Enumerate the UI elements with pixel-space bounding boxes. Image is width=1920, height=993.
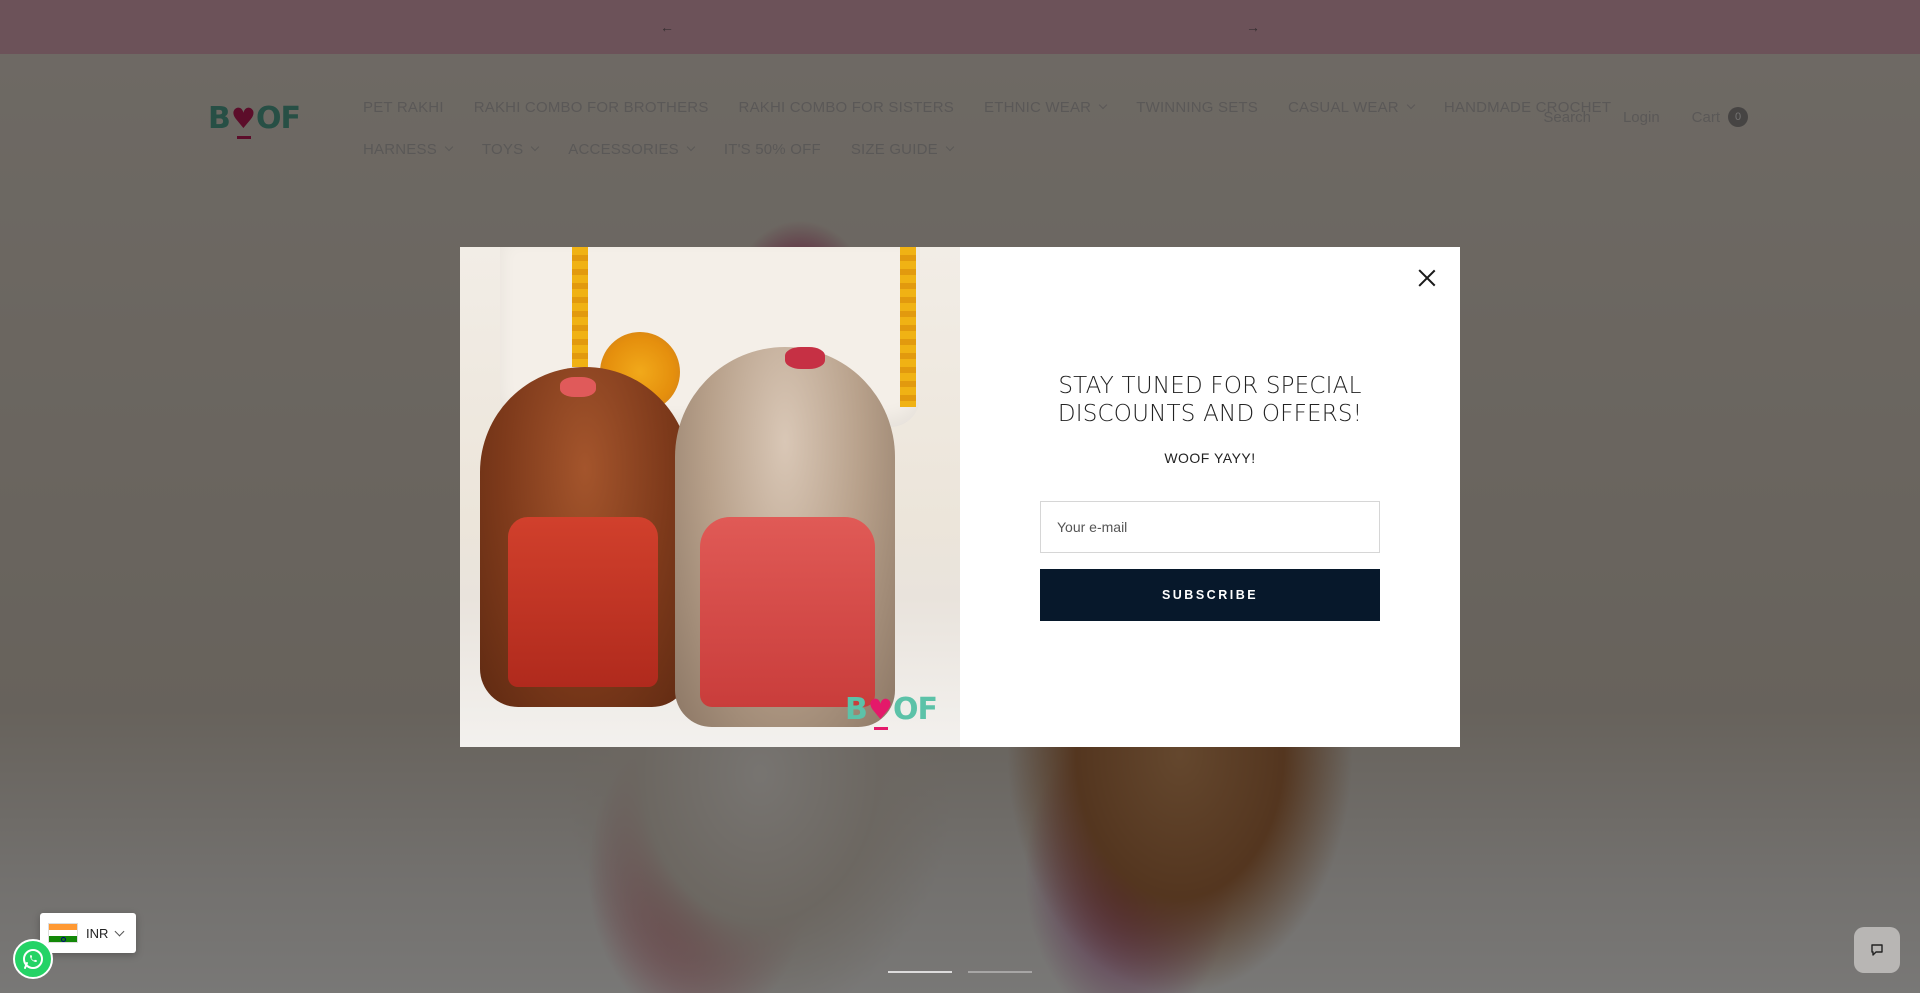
slider-dot[interactable] <box>968 971 1032 973</box>
dog-coat-shape <box>700 517 875 707</box>
logo-letter: B <box>845 692 868 727</box>
india-flag-icon <box>48 923 78 943</box>
logo-heart-icon: ♥ <box>867 693 893 730</box>
logo-letters: OF <box>892 692 938 727</box>
whatsapp-button[interactable] <box>13 939 53 979</box>
garland-shape <box>572 247 588 367</box>
slider-dot[interactable] <box>888 971 952 973</box>
chat-bubble-icon <box>1871 944 1883 956</box>
dog-shihtzu-shape <box>675 347 895 727</box>
garland-shape <box>900 247 916 407</box>
bow-shape <box>785 347 825 369</box>
chevron-down-icon <box>114 926 125 936</box>
dog-poodle-shape <box>480 367 690 707</box>
currency-selector[interactable]: INR <box>40 913 136 953</box>
subscribe-button[interactable]: SUBSCRIBE <box>1040 569 1380 621</box>
currency-code: INR <box>86 925 109 941</box>
popup-content: STAY TUNED FOR SPECIAL DISCOUNTS AND OFF… <box>960 247 1460 747</box>
popup-subtitle: WOOF YAYY! <box>1164 450 1256 466</box>
slider-indicators <box>888 971 1032 973</box>
email-field[interactable] <box>1040 501 1380 553</box>
popup-title: STAY TUNED FOR SPECIAL DISCOUNTS AND OFF… <box>1057 373 1363 427</box>
whatsapp-icon <box>23 949 43 969</box>
popup-image: B ♥ OF <box>460 247 960 747</box>
bow-shape <box>560 377 596 397</box>
popup-image-logo: B ♥ OF <box>845 692 938 730</box>
dog-coat-shape <box>508 517 658 687</box>
newsletter-popup: B ♥ OF STAY TUNED FOR SPECIAL DISCOUNTS … <box>460 247 1460 747</box>
close-icon[interactable] <box>1416 267 1438 289</box>
chat-button[interactable] <box>1854 927 1900 973</box>
